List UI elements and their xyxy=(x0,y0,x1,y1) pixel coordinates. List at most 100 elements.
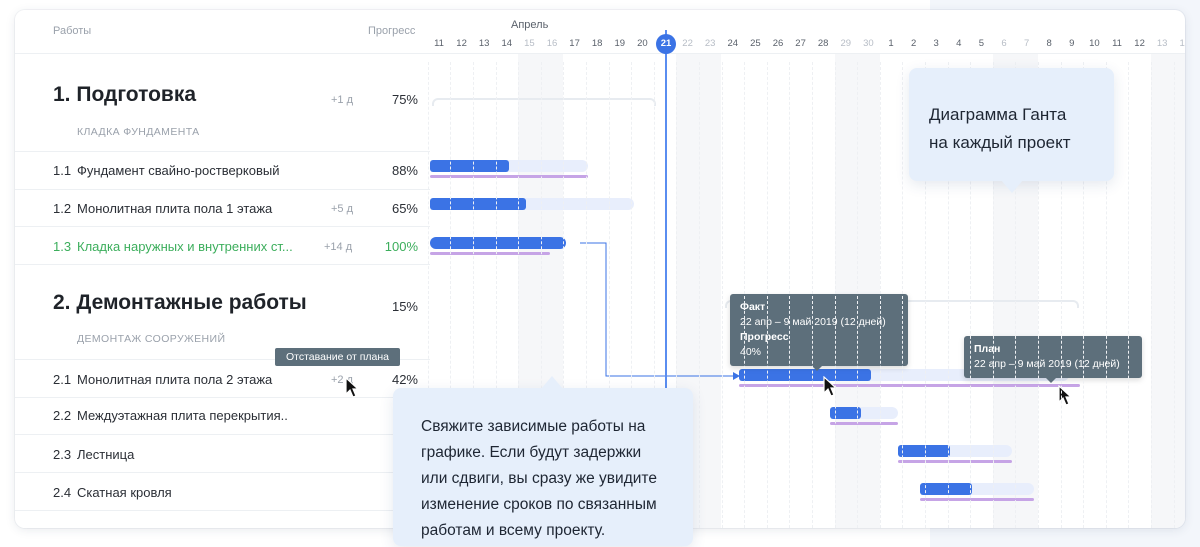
day-gridline xyxy=(1128,62,1130,528)
day-label: 27 xyxy=(795,38,806,49)
divider xyxy=(15,53,430,54)
task-name[interactable]: Междуэтажная плита перекрытия.. xyxy=(77,408,288,423)
task-number: 2.3 xyxy=(53,447,72,462)
group-subtitle: КЛАДКА ФУНДАМЕНТА xyxy=(77,126,200,138)
day-label: 28 xyxy=(817,38,829,49)
day-label: 14 xyxy=(501,38,513,49)
tooltip-arrow xyxy=(1046,378,1056,383)
gantt-callout: Диаграмма Ганта на каждый проект xyxy=(909,68,1114,193)
day-gridline xyxy=(879,62,881,528)
day-gridline xyxy=(1173,62,1175,528)
group-title[interactable]: 2. Демонтажные работы xyxy=(53,291,307,315)
task-bar-progress[interactable] xyxy=(430,198,526,210)
day-gridline xyxy=(744,62,746,528)
day-label: 5 xyxy=(978,38,985,49)
task-list-panel: Работы Прогресс 1. Подготовка +1 д 75% К… xyxy=(15,10,430,528)
day-label: 12 xyxy=(1134,38,1145,49)
divider xyxy=(15,472,430,473)
task-number: 2.2 xyxy=(53,408,72,423)
divider xyxy=(15,189,430,190)
divider xyxy=(15,226,430,227)
task-number: 2.4 xyxy=(53,485,72,500)
task-name[interactable]: Лестница xyxy=(77,447,134,462)
callout-line: изменение сроков по связанным xyxy=(421,496,657,513)
progress-value: 40% xyxy=(740,346,762,358)
progress-title: Прогресс xyxy=(740,331,789,343)
group-progress: 75% xyxy=(391,92,418,107)
day-label: 1 xyxy=(888,38,894,49)
task-bar-progress[interactable] xyxy=(430,160,509,172)
day-label: 18 xyxy=(591,38,603,49)
divider xyxy=(15,434,430,435)
callout-text: Свяжите зависимые работы на графике. Есл… xyxy=(421,414,657,544)
day-label: 23 xyxy=(704,38,716,49)
group-subtitle: ДЕМОНТАЖ СООРУЖЕНИЙ xyxy=(77,333,226,345)
task-plan-line xyxy=(898,460,1012,463)
day-label: 12 xyxy=(456,38,467,49)
progress-column-header: Прогресс xyxy=(368,25,416,37)
plan-title: План xyxy=(974,343,1001,355)
day-label: 30 xyxy=(863,38,874,49)
day-label: 4 xyxy=(956,38,962,49)
day-gridline xyxy=(902,62,904,528)
task-name[interactable]: Кладка наружных и внутренних ст... xyxy=(77,239,293,254)
day-label: 16 xyxy=(546,38,558,49)
callout-line: Диаграмма Ганта xyxy=(929,105,1067,124)
task-progress: 65% xyxy=(391,201,418,216)
task-plan-line xyxy=(430,175,588,178)
day-gridline xyxy=(721,62,723,528)
task-number: 1.1 xyxy=(53,163,72,178)
task-delay: +14 д xyxy=(324,241,353,253)
day-label: 11 xyxy=(1112,38,1122,49)
day-gridline xyxy=(766,62,768,528)
task-number: 1.3 xyxy=(53,239,72,254)
task-name[interactable]: Скатная кровля xyxy=(77,485,172,500)
task-name[interactable]: Монолитная плита пола 2 этажа xyxy=(77,372,272,387)
callout-pointer xyxy=(541,376,563,389)
task-delay: +5 д xyxy=(331,203,354,215)
day-label: 15 xyxy=(524,38,535,49)
day-label: 8 xyxy=(1046,38,1052,49)
divider xyxy=(430,53,1185,54)
day-label: 17 xyxy=(569,38,580,49)
task-plan-line xyxy=(920,498,1034,501)
divider xyxy=(15,510,430,511)
day-label: 3 xyxy=(933,38,939,49)
task-progress: 42% xyxy=(391,372,418,387)
group-summary-bracket xyxy=(432,98,656,106)
fact-value: 22 апр – 9 май 2019 (12 дней) xyxy=(740,316,886,328)
month-label: Апрель xyxy=(511,19,549,31)
task-name[interactable]: Монолитная плита пола 1 этажа xyxy=(77,201,272,216)
task-bar-progress[interactable] xyxy=(739,369,871,381)
callout-pointer xyxy=(1001,180,1023,193)
mouse-cursor-icon xyxy=(823,376,838,397)
task-progress: 100% xyxy=(384,239,418,254)
day-label: 26 xyxy=(772,38,784,49)
task-name[interactable]: Фундамент свайно-ростверковый xyxy=(77,163,280,178)
day-gridline xyxy=(811,62,813,528)
tooltip-arrow xyxy=(812,366,822,371)
task-progress: 88% xyxy=(391,163,418,178)
today-marker[interactable]: 21 xyxy=(656,34,676,54)
callout-line: Свяжите зависимые работы на xyxy=(421,418,646,435)
group-title[interactable]: 1. Подготовка xyxy=(53,83,196,107)
task-plan-line xyxy=(830,422,898,425)
day-label: 11 xyxy=(434,38,444,49)
day-label: 10 xyxy=(1089,38,1100,49)
callout-line: графике. Если будут задержки xyxy=(421,444,642,461)
group-progress: 15% xyxy=(391,299,418,314)
fact-tooltip: Факт 22 апр – 9 май 2019 (12 дней) Прогр… xyxy=(730,294,908,371)
task-number: 1.2 xyxy=(53,201,72,216)
callout-line: или сдвиги, вы сразу же увидите xyxy=(421,470,657,487)
callout-line: работам и всему проекту. xyxy=(421,522,606,539)
group-delay: +1 д xyxy=(331,94,354,106)
day-gridline xyxy=(857,62,859,528)
divider xyxy=(15,397,430,398)
day-label: 13 xyxy=(1156,38,1168,49)
task-bar-progress[interactable] xyxy=(920,483,972,495)
day-label: 13 xyxy=(478,38,490,49)
plan-tooltip: План 22 апр – 9 май 2019 (12 дней) xyxy=(964,336,1142,383)
day-label: 19 xyxy=(614,38,626,49)
day-label: 25 xyxy=(750,38,761,49)
day-label: 22 xyxy=(682,38,693,49)
